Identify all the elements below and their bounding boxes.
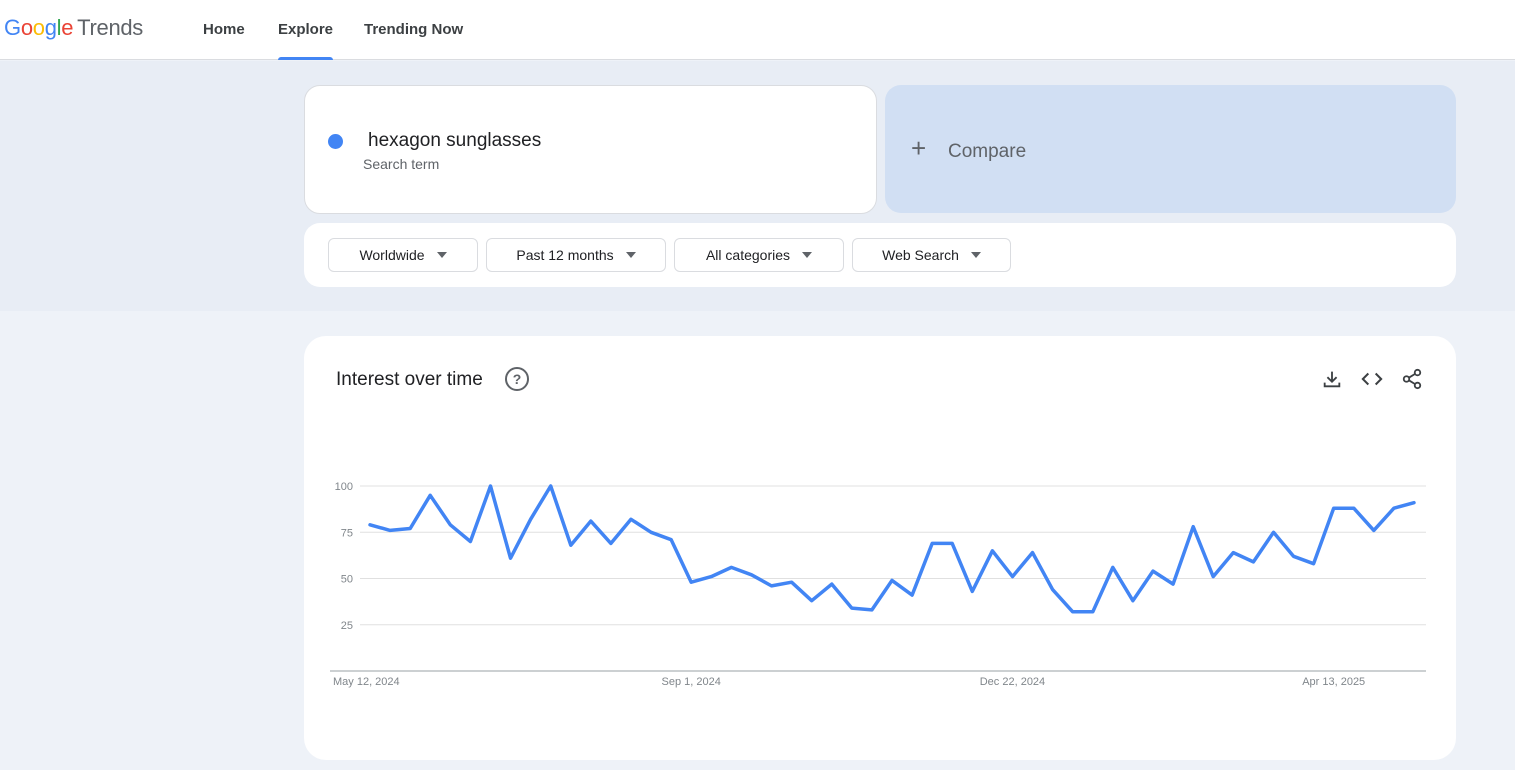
data-point[interactable] xyxy=(728,564,734,570)
data-point[interactable] xyxy=(949,540,955,546)
caret-down-icon xyxy=(436,252,447,258)
category-filter-label: All categories xyxy=(705,247,791,263)
data-point[interactable] xyxy=(367,522,373,528)
data-point[interactable] xyxy=(849,605,855,611)
compare-button[interactable]: + Compare xyxy=(885,85,1456,213)
data-point[interactable] xyxy=(989,548,995,554)
data-point[interactable] xyxy=(688,579,694,585)
category-filter[interactable]: All categories xyxy=(674,238,844,272)
data-point[interactable] xyxy=(447,522,453,528)
data-point[interactable] xyxy=(748,572,754,578)
data-point[interactable] xyxy=(1230,550,1236,556)
data-point[interactable] xyxy=(1371,527,1377,533)
x-tick-label: Apr 13, 2025 xyxy=(1302,676,1365,688)
data-point[interactable] xyxy=(829,581,835,587)
filters-bar: Worldwide Past 12 months All categories … xyxy=(304,223,1456,287)
data-point[interactable] xyxy=(1351,505,1357,511)
data-point[interactable] xyxy=(789,579,795,585)
search-term-text[interactable]: hexagon sunglasses xyxy=(368,130,541,152)
caret-down-icon xyxy=(625,252,636,258)
time-filter[interactable]: Past 12 months xyxy=(486,238,666,272)
data-point[interactable] xyxy=(929,540,935,546)
data-point[interactable] xyxy=(1170,581,1176,587)
data-point[interactable] xyxy=(1411,500,1417,506)
data-point[interactable] xyxy=(909,592,915,598)
data-point[interactable] xyxy=(1050,587,1056,593)
data-point[interactable] xyxy=(809,598,815,604)
data-point[interactable] xyxy=(508,555,514,561)
data-point[interactable] xyxy=(1270,529,1276,535)
time-filter-label: Past 12 months xyxy=(516,247,614,263)
data-point[interactable] xyxy=(1070,609,1076,615)
data-point[interactable] xyxy=(969,588,975,594)
data-point[interactable] xyxy=(467,539,473,545)
y-tick-label: 100 xyxy=(335,481,353,493)
data-point[interactable] xyxy=(1391,505,1397,511)
data-point[interactable] xyxy=(769,583,775,589)
data-point[interactable] xyxy=(708,574,714,580)
y-tick-label: 25 xyxy=(341,620,353,632)
y-tick-label: 50 xyxy=(341,574,353,586)
term-color-dot xyxy=(328,134,343,149)
search-property-filter[interactable]: Web Search xyxy=(852,238,1011,272)
search-term-type: Search term xyxy=(363,156,440,172)
y-tick-label: 75 xyxy=(341,527,353,539)
interest-over-time-card: Interest over time ? 25 50 75 100 May 12, 20… xyxy=(304,336,1456,760)
plus-icon: + xyxy=(911,133,927,163)
series-line[interactable] xyxy=(368,484,1416,614)
data-point[interactable] xyxy=(1130,598,1136,604)
nav-home[interactable]: Home xyxy=(203,0,245,60)
data-point[interactable] xyxy=(889,577,895,583)
data-point[interactable] xyxy=(1150,568,1156,574)
search-property-filter-label: Web Search xyxy=(882,247,959,263)
top-header: Google Trends Home Explore Trending Now xyxy=(0,0,1515,60)
caret-down-icon xyxy=(970,252,981,258)
data-point[interactable] xyxy=(608,540,614,546)
google-trends-logo[interactable]: Google Trends xyxy=(4,15,143,41)
data-point[interactable] xyxy=(528,516,534,522)
interest-line-chart: 25 50 75 100 May 12, 2024 Sep 1, 2024 Dec 22, … xyxy=(330,481,1426,688)
data-point[interactable] xyxy=(1190,524,1196,530)
nav-trending-now-label: Trending Now xyxy=(364,21,464,38)
region-filter-label: Worldwide xyxy=(359,247,425,263)
data-point[interactable] xyxy=(548,483,554,489)
data-point[interactable] xyxy=(668,537,674,543)
search-term-card[interactable]: hexagon sunglasses Search term xyxy=(304,85,877,214)
nav-explore-label: Explore xyxy=(278,21,334,38)
active-tab-indicator xyxy=(278,57,334,60)
data-point[interactable] xyxy=(628,516,634,522)
data-point[interactable] xyxy=(1090,609,1096,615)
caret-down-icon xyxy=(802,252,813,258)
data-point[interactable] xyxy=(427,492,433,498)
x-tick-label: Dec 22, 2024 xyxy=(980,676,1045,688)
logo-google-text: Google xyxy=(4,15,74,40)
data-point[interactable] xyxy=(1009,574,1015,580)
data-point[interactable] xyxy=(648,529,654,535)
data-point[interactable] xyxy=(1331,505,1337,511)
data-point[interactable] xyxy=(487,483,493,489)
data-point[interactable] xyxy=(1030,550,1036,556)
data-point[interactable] xyxy=(1250,559,1256,565)
data-point[interactable] xyxy=(568,542,574,548)
data-point[interactable] xyxy=(869,607,875,613)
data-point[interactable] xyxy=(387,527,393,533)
nav-explore[interactable]: Explore xyxy=(278,0,334,60)
data-point[interactable] xyxy=(1291,553,1297,559)
compare-label: Compare xyxy=(948,141,1027,162)
data-point[interactable] xyxy=(588,518,594,524)
data-point[interactable] xyxy=(1311,561,1317,567)
data-point[interactable] xyxy=(407,526,413,532)
logo-trends-text: Trends xyxy=(77,15,144,40)
data-point[interactable] xyxy=(1110,564,1116,570)
x-tick-label: May 12, 2024 xyxy=(333,676,400,688)
x-tick-label: Sep 1, 2024 xyxy=(662,676,721,688)
data-point[interactable] xyxy=(1210,574,1216,580)
nav-trending-now[interactable]: Trending Now xyxy=(364,0,463,60)
region-filter[interactable]: Worldwide xyxy=(328,238,478,272)
nav-home-label: Home xyxy=(203,21,245,38)
